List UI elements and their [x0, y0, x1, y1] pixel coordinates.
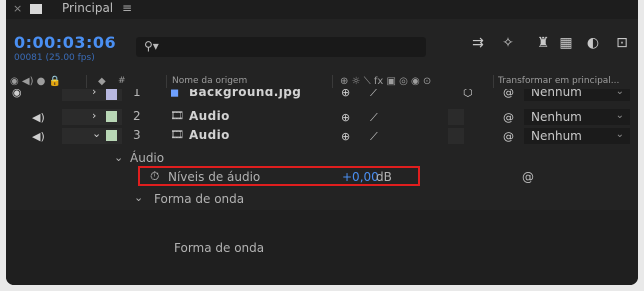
current-time[interactable]: 0:00:03:06: [14, 33, 116, 52]
layer-number: 2: [133, 109, 141, 123]
audio-file-icon: 🎞: [170, 109, 184, 122]
quality-switch-icon[interactable]: ⟋: [370, 130, 378, 144]
comp-mini-flowchart-icon[interactable]: ⇉: [468, 35, 488, 57]
switches-header-icons: ⊕ ☼ ⟍ fx ▣ ◎ ◉ ⊙: [340, 76, 432, 87]
chevron-down-icon: ⌄: [615, 89, 624, 97]
layer-row[interactable]: ◀) › 2 🎞 Audio ⊕ ⟋ @ Nenhum ⌄: [6, 108, 638, 126]
frame-count: 00081 (25.00 fps): [14, 53, 95, 63]
parent-header[interactable]: Transformar em principal...: [498, 76, 619, 86]
layer-label-swatch[interactable]: [106, 130, 117, 141]
shy-switch-icon[interactable]: ⊕: [341, 130, 350, 143]
number-column-header: #: [118, 76, 126, 86]
parent-select[interactable]: Nenhum ⌄: [524, 128, 630, 144]
parent-select[interactable]: Nenhum ⌄: [524, 89, 630, 101]
waveform-area: [6, 210, 638, 285]
layer-row[interactable]: ◀) ⌄ 3 🎞 Audio ⊕ ⟋ @ Nenhum ⌄: [6, 127, 638, 145]
collapse-chevron-icon[interactable]: ⌄: [92, 127, 101, 140]
tab-menu-icon[interactable]: ≡: [122, 1, 132, 15]
expand-chevron-icon[interactable]: ›: [92, 89, 96, 98]
layer-label-swatch[interactable]: [106, 89, 117, 100]
shy-switch-icon[interactable]: ⊕: [341, 89, 350, 99]
audio-speaker-icon[interactable]: ◀): [32, 130, 45, 143]
av-features-icons: ◉ ◀) ● 🔒: [10, 76, 62, 87]
waveform-label[interactable]: Forma de onda: [154, 192, 244, 206]
layer-number: 3: [133, 128, 141, 142]
search-input[interactable]: ⚲▾: [136, 37, 426, 57]
parent-select[interactable]: Nenhum ⌄: [524, 109, 630, 125]
shy-switch-icon[interactable]: ⊕: [341, 111, 350, 124]
layer-name[interactable]: Background.jpg: [189, 89, 301, 99]
parent-pickwhip-icon[interactable]: @: [522, 170, 534, 184]
parent-pickwhip-icon[interactable]: @: [503, 89, 514, 99]
quality-switch-icon[interactable]: ⟋: [370, 89, 378, 100]
audio-group-label[interactable]: Áudio: [130, 151, 164, 165]
layer-row[interactable]: ◉ › 1 ◼ Background.jpg ⊕ ⟋ ⬡ @ Nenhum ⌄: [6, 89, 638, 101]
audio-group-chevron-icon[interactable]: ⌄: [114, 151, 123, 164]
quality-switch-icon[interactable]: ⟋: [370, 111, 378, 125]
image-file-icon: ◼: [170, 89, 180, 99]
waveform-sub-label: Forma de onda: [174, 241, 265, 255]
highlight-box: [138, 166, 420, 186]
tab-principal[interactable]: Principal: [62, 1, 113, 15]
close-tab-icon[interactable]: ×: [13, 2, 22, 15]
audio-file-icon: 🎞: [170, 128, 184, 141]
motion-blur-icon[interactable]: ◐: [583, 35, 603, 57]
layer-label-swatch[interactable]: [106, 111, 117, 122]
parent-pickwhip-icon[interactable]: @: [503, 111, 514, 124]
layer-number: 1: [133, 89, 141, 99]
column-header: ◉ ◀) ● 🔒 ◆ # Nome da origem ⊕ ☼ ⟍ fx ▣ ◎…: [6, 73, 638, 90]
audio-speaker-icon[interactable]: ◀): [32, 111, 45, 124]
expand-chevron-icon[interactable]: ›: [92, 109, 96, 122]
chevron-down-icon: ⌄: [615, 110, 624, 121]
video-eye-icon[interactable]: ◉: [12, 89, 22, 99]
layer-name[interactable]: Audio: [189, 109, 230, 123]
tab-bar: × Principal ≡: [6, 0, 638, 19]
draft-3d-icon[interactable]: ✧: [498, 35, 518, 57]
graph-editor-icon[interactable]: ⊡: [612, 35, 632, 57]
chevron-down-icon: ⌄: [615, 129, 624, 140]
search-icon: ⚲▾: [144, 39, 159, 53]
layer-name[interactable]: Audio: [189, 128, 230, 142]
shy-layers-icon[interactable]: ♜: [533, 35, 553, 57]
timeline-panel: × Principal ≡ 0:00:03:06 00081 (25.00 fp…: [6, 0, 638, 285]
label-column-icon: ◆: [98, 76, 106, 87]
composition-swatch: [30, 4, 42, 14]
frame-blending-icon[interactable]: ▦: [556, 35, 576, 57]
3d-layer-icon[interactable]: ⬡: [463, 89, 473, 99]
waveform-chevron-icon[interactable]: ⌄: [134, 191, 143, 204]
source-name-header[interactable]: Nome da origem: [172, 76, 247, 86]
parent-pickwhip-icon[interactable]: @: [503, 130, 514, 143]
